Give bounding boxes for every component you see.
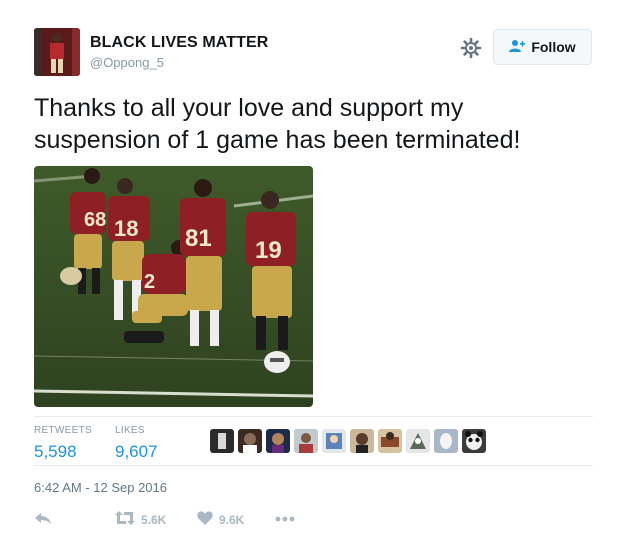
liker-avatar[interactable] [322, 429, 346, 453]
liker-avatar[interactable] [462, 429, 486, 453]
retweet-count: 5.6K [141, 512, 167, 527]
tweet-header: BLACK LIVES MATTER @Oppong_5 Follow [34, 28, 594, 80]
tweet-actions: 5.6K 9.6K [34, 511, 594, 531]
likes-label: LIKES [115, 425, 145, 436]
gear-icon[interactable] [460, 37, 482, 59]
liker-avatar[interactable] [238, 429, 262, 453]
retweets-count: 5,598 [34, 442, 77, 461]
retweets-label: RETWEETS [34, 425, 92, 436]
avatar[interactable] [34, 28, 80, 76]
liker-avatar[interactable] [406, 429, 430, 453]
reply-icon [34, 511, 52, 528]
liker-avatar[interactable] [350, 429, 374, 453]
liker-avatar[interactable] [294, 429, 318, 453]
divider-top [34, 416, 593, 417]
engagement-stats: RETWEETS 5,598 LIKES 9,607 [34, 425, 594, 463]
jersey-number: 19 [255, 237, 282, 264]
display-name[interactable]: BLACK LIVES MATTER [90, 34, 268, 52]
username-handle[interactable]: @Oppong_5 [90, 55, 268, 70]
likes-count: 9,607 [115, 442, 158, 461]
jersey-number: 2 [144, 271, 155, 293]
heart-icon [197, 511, 213, 528]
liker-avatar[interactable] [266, 429, 290, 453]
like-count: 9.6K [219, 512, 245, 527]
like-button[interactable]: 9.6K [197, 511, 244, 528]
more-dots-icon [275, 511, 295, 525]
follow-user-icon [509, 39, 526, 56]
jersey-number: 18 [114, 216, 138, 241]
likes-stat[interactable]: LIKES 9,607 [115, 425, 158, 462]
retweets-stat[interactable]: RETWEETS 5,598 [34, 425, 92, 462]
jersey-number: 81 [185, 225, 212, 252]
liker-avatar[interactable] [378, 429, 402, 453]
divider-bottom [34, 465, 593, 466]
user-names: BLACK LIVES MATTER @Oppong_5 [90, 34, 268, 70]
follow-button[interactable]: Follow [493, 29, 592, 65]
tweet-text: Thanks to all your love and support my s… [34, 94, 521, 154]
jersey-number: 68 [84, 209, 106, 231]
tweet-timestamp[interactable]: 6:42 AM - 12 Sep 2016 [34, 480, 167, 495]
liker-avatar[interactable] [434, 429, 458, 453]
retweet-icon [115, 511, 135, 528]
reply-button[interactable] [34, 511, 52, 528]
more-button[interactable] [275, 511, 295, 525]
follow-label: Follow [531, 39, 576, 55]
retweet-button[interactable]: 5.6K [115, 511, 166, 528]
likers-avatars [210, 429, 486, 453]
tweet-photo[interactable]: 68 18 2 81 19 [34, 166, 313, 407]
liker-avatar[interactable] [210, 429, 234, 453]
